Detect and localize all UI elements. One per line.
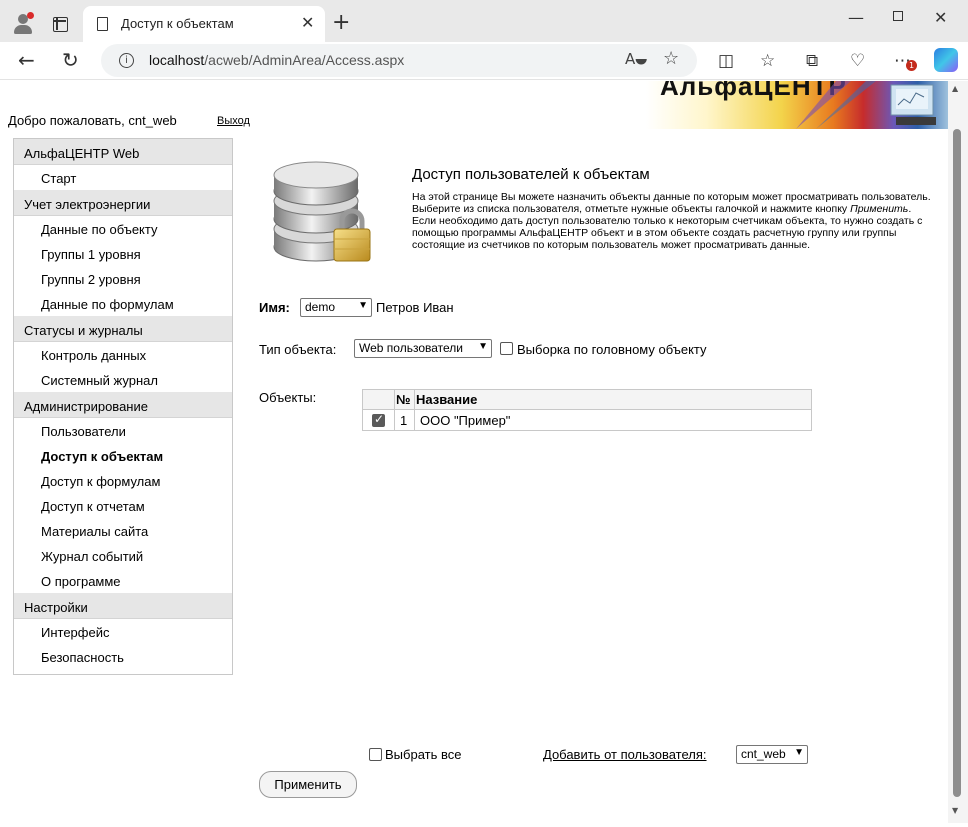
web-page: АльфаЦЕНТР Добро пожаловать, cnt_web Вых… (0, 81, 948, 823)
sidebar-menu: АльфаЦЕНТР Web Старт Учет электроэнергии… (13, 138, 233, 675)
menu-item-object-access[interactable]: Доступ к объектам (14, 443, 232, 468)
reload-icon[interactable]: ↻ (62, 48, 79, 72)
favorites-icon[interactable]: ☆ (760, 51, 775, 71)
logout-link[interactable]: Выход (217, 115, 250, 127)
apply-button[interactable]: Применить (259, 771, 357, 798)
scroll-up-icon[interactable]: ▲ (952, 84, 958, 93)
favorite-icon[interactable]: ☆ (663, 48, 679, 69)
info-icon[interactable]: i (119, 53, 134, 68)
chevron-down-icon: ▼ (478, 341, 488, 352)
row-checkbox[interactable] (372, 412, 385, 427)
menu-item-users[interactable]: Пользователи (14, 418, 232, 443)
menu-section-statuses-logs: Статусы и журналы (14, 316, 232, 342)
menu-item-formula-access[interactable]: Доступ к формулам (14, 468, 232, 493)
scroll-thumb[interactable] (953, 129, 961, 797)
name-label: Имя: (259, 300, 290, 315)
notification-badge: 1 (906, 60, 917, 71)
menu-item-groups-level-1[interactable]: Группы 1 уровня (14, 241, 232, 266)
objects-label: Объекты: (259, 390, 317, 405)
menu-item-about[interactable]: О программе (14, 568, 232, 593)
health-icon[interactable]: ♡ (850, 51, 865, 71)
row-name: ООО "Пример" (420, 413, 511, 428)
select-all-checkbox[interactable] (369, 748, 382, 761)
menu-item-data-control[interactable]: Контроль данных (14, 342, 232, 367)
close-tab-icon[interactable]: ✕ (301, 13, 314, 32)
copilot-icon[interactable] (934, 48, 958, 72)
chevron-down-icon: ▼ (794, 747, 804, 758)
collections-icon[interactable]: ⧉ (806, 51, 818, 71)
head-object-checkbox[interactable] (500, 342, 513, 355)
brand-banner: АльфаЦЕНТР (646, 81, 948, 129)
tab-title: Доступ к объектам (121, 16, 234, 31)
split-screen-icon[interactable]: ◫ (718, 51, 734, 71)
menu-section-energy-accounting: Учет электроэнергии (14, 190, 232, 216)
add-from-user-label: Добавить от пользователя: (543, 747, 707, 762)
menu-section-alphacenter-web: АльфаЦЕНТР Web (14, 139, 232, 165)
menu-item-event-log[interactable]: Журнал событий (14, 543, 232, 568)
browser-titlebar: Доступ к объектам ✕ + — ✕ (0, 0, 968, 42)
browser-toolbar: ← ↻ i localhost/acweb/AdminArea/Access.a… (0, 42, 968, 80)
maximize-icon[interactable] (893, 11, 903, 21)
user-select[interactable]: demo ▼ (300, 298, 372, 317)
menu-item-formula-data[interactable]: Данные по формулам (14, 291, 232, 316)
database-lock-icon (273, 161, 371, 262)
scroll-down-icon[interactable]: ▼ (952, 806, 958, 815)
row-number: 1 (400, 413, 408, 428)
menu-item-site-materials[interactable]: Материалы сайта (14, 518, 232, 543)
column-header-number: № (396, 392, 411, 407)
banner-graphic (796, 81, 936, 129)
objects-table: № Название 1 ООО "Пример" (362, 389, 812, 431)
column-header-name: Название (416, 392, 478, 407)
menu-section-administration: Администрирование (14, 392, 232, 418)
menu-item-security[interactable]: Безопасность (14, 644, 232, 669)
page-description: На этой странице Вы можете назначить объ… (412, 191, 931, 251)
profile-icon[interactable] (12, 12, 34, 34)
tabs-icon[interactable] (53, 17, 68, 32)
browser-tab[interactable]: Доступ к объектам ✕ (83, 6, 325, 42)
table-row: 1 ООО "Пример" (363, 410, 811, 431)
minimize-icon[interactable]: — (848, 8, 864, 27)
page-title: Доступ пользователей к объектам (412, 166, 650, 183)
object-type-select[interactable]: Web пользователи ▼ (354, 339, 492, 358)
add-from-user-select[interactable]: cnt_web ▼ (736, 745, 808, 764)
user-fullname: Петров Иван (376, 300, 454, 315)
chevron-down-icon: ▼ (358, 300, 368, 311)
page-icon (97, 17, 108, 31)
menu-item-system-log[interactable]: Системный журнал (14, 367, 232, 392)
object-type-label: Тип объекта: (259, 342, 337, 357)
select-all-label: Выбрать все (385, 747, 462, 762)
welcome-text: Добро пожаловать, cnt_web (8, 113, 177, 128)
menu-section-settings: Настройки (14, 593, 232, 619)
page-scrollbar[interactable]: ▲ ▼ (948, 81, 968, 823)
head-object-label: Выборка по головному объекту (517, 342, 707, 357)
menu-item-groups-level-2[interactable]: Группы 2 уровня (14, 266, 232, 291)
back-icon[interactable]: ← (18, 48, 35, 72)
menu-item-interface[interactable]: Интерфейс (14, 619, 232, 644)
table-header: № Название (363, 390, 811, 410)
menu-item-object-data[interactable]: Данные по объекту (14, 216, 232, 241)
window-close-icon[interactable]: ✕ (934, 8, 947, 27)
read-aloud-icon[interactable]: A⯋ (625, 50, 647, 68)
menu-item-report-access[interactable]: Доступ к отчетам (14, 493, 232, 518)
address-bar[interactable]: i localhost/acweb/AdminArea/Access.aspx … (101, 44, 697, 77)
url-text[interactable]: localhost/acweb/AdminArea/Access.aspx (149, 52, 404, 68)
menu-item-start[interactable]: Старт (14, 165, 232, 190)
new-tab-icon[interactable]: + (332, 10, 350, 35)
